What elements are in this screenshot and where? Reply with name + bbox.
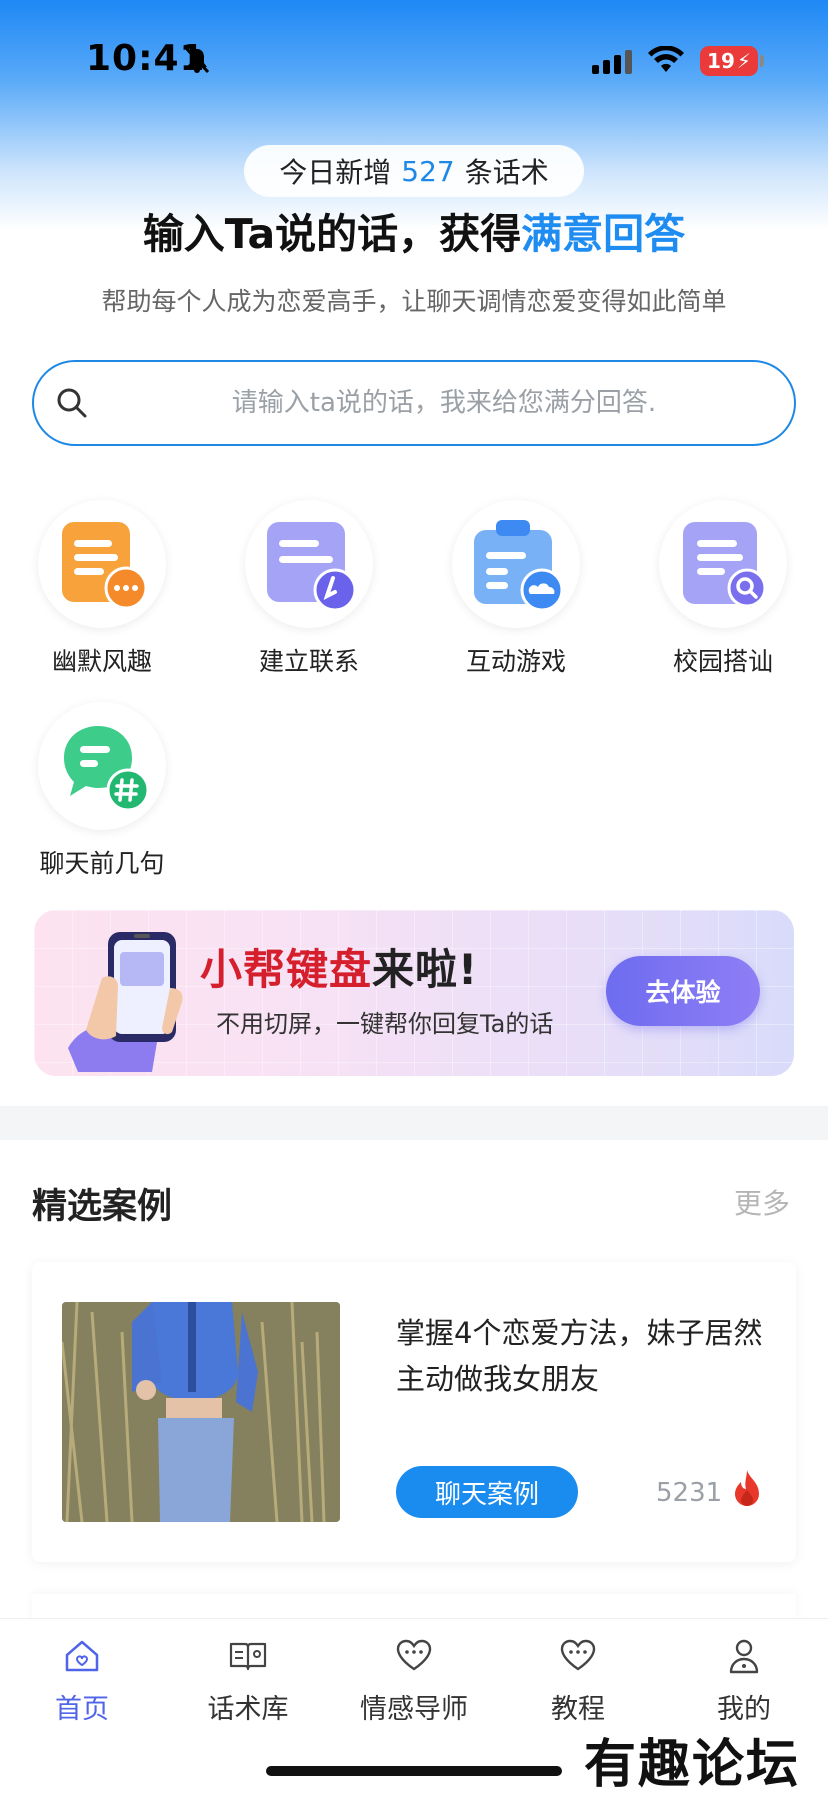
category-humor[interactable]: 幽默风趣 <box>12 500 192 678</box>
phone-hand-icon <box>62 928 212 1076</box>
tab-home[interactable]: 首页 <box>2 1635 162 1726</box>
fire-icon <box>732 1468 762 1512</box>
case-view-count: 5231 <box>656 1478 723 1508</box>
search-input[interactable] <box>114 372 774 434</box>
tab-script-library[interactable]: 话术库 <box>168 1635 328 1726</box>
headline-main: 输入Ta说的话，获得 <box>142 210 522 258</box>
section-title: 精选案例 <box>32 1187 173 1227</box>
tab-label: 话术库 <box>207 1694 289 1725</box>
heart-chat-icon <box>498 1635 658 1677</box>
case-card[interactable]: 掌握4个恋爱方法，妹子居然主动做我女朋友 聊天案例 5231 <box>32 1262 796 1562</box>
banner-subtitle: 不用切屏，一键帮你回复Ta的话 <box>216 1010 554 1038</box>
battery-level: 19 <box>707 49 735 73</box>
category-campus[interactable]: 校园搭讪 <box>633 500 813 678</box>
category-opener[interactable]: 聊天前几句 <box>12 702 192 880</box>
humor-icon <box>38 500 166 628</box>
banner-title: 小帮键盘来啦! <box>200 936 478 997</box>
battery-icon: 19 ⚡ <box>700 46 758 76</box>
pill-suffix: 条话术 <box>464 156 549 189</box>
page-subtitle: 帮助每个人成为恋爱高手，让聊天调情恋爱变得如此简单 <box>101 287 727 316</box>
pill-count: 527 <box>401 154 455 188</box>
case-thumbnail <box>62 1302 340 1522</box>
tab-label: 教程 <box>551 1694 605 1725</box>
section-divider <box>0 1106 828 1140</box>
banner-title-red: 小帮键盘 <box>200 945 373 994</box>
tab-label: 我的 <box>717 1694 771 1725</box>
bell-muted-icon <box>184 46 210 78</box>
category-label: 校园搭讪 <box>672 647 773 676</box>
connect-icon <box>245 500 373 628</box>
tab-profile[interactable]: 我的 <box>664 1635 824 1726</box>
bolt-icon: ⚡ <box>736 49 751 73</box>
category-game[interactable]: 互动游戏 <box>426 500 606 678</box>
user-icon <box>664 1635 824 1677</box>
keyboard-promo-banner[interactable]: 小帮键盘来啦! 不用切屏，一键帮你回复Ta的话 去体验 <box>34 910 794 1076</box>
category-label: 互动游戏 <box>465 647 566 676</box>
headline-highlight: 满意回答 <box>521 210 686 258</box>
opener-icon <box>38 702 166 830</box>
pill-prefix: 今日新增 <box>279 156 392 189</box>
tab-emotion-mentor[interactable]: 情感导师 <box>334 1635 494 1726</box>
game-icon <box>452 500 580 628</box>
more-link[interactable]: 更多 <box>734 1182 790 1222</box>
banner-title-dark: 来啦! <box>372 945 479 994</box>
page-headline: 输入Ta说的话，获得满意回答 <box>0 200 828 260</box>
tab-tutorial[interactable]: 教程 <box>498 1635 658 1726</box>
case-title: 掌握4个恋爱方法，妹子居然主动做我女朋友 <box>396 1316 763 1396</box>
daily-new-badge: 今日新增 527 条话术 <box>244 145 584 197</box>
search-icon <box>56 387 88 423</box>
category-label: 建立联系 <box>258 647 359 676</box>
wifi-icon <box>648 45 684 78</box>
status-bar: 10:41 19 ⚡ <box>0 0 828 120</box>
campus-icon <box>659 500 787 628</box>
watermark: 有趣论坛 <box>584 1734 801 1795</box>
home-icon <box>2 1635 162 1677</box>
category-label: 聊天前几句 <box>39 849 165 878</box>
search-bar[interactable] <box>32 360 796 446</box>
home-indicator[interactable] <box>266 1766 562 1776</box>
try-now-button[interactable]: 去体验 <box>606 956 760 1026</box>
battery-cap <box>760 55 764 67</box>
tab-label: 情感导师 <box>360 1694 468 1725</box>
book-icon <box>168 1635 328 1677</box>
case-tag-button[interactable]: 聊天案例 <box>396 1466 578 1518</box>
category-connect[interactable]: 建立联系 <box>219 500 399 678</box>
category-label: 幽默风趣 <box>51 647 152 676</box>
heart-chat-icon <box>334 1635 494 1677</box>
signal-icon <box>592 50 634 78</box>
tab-label: 首页 <box>55 1694 109 1725</box>
